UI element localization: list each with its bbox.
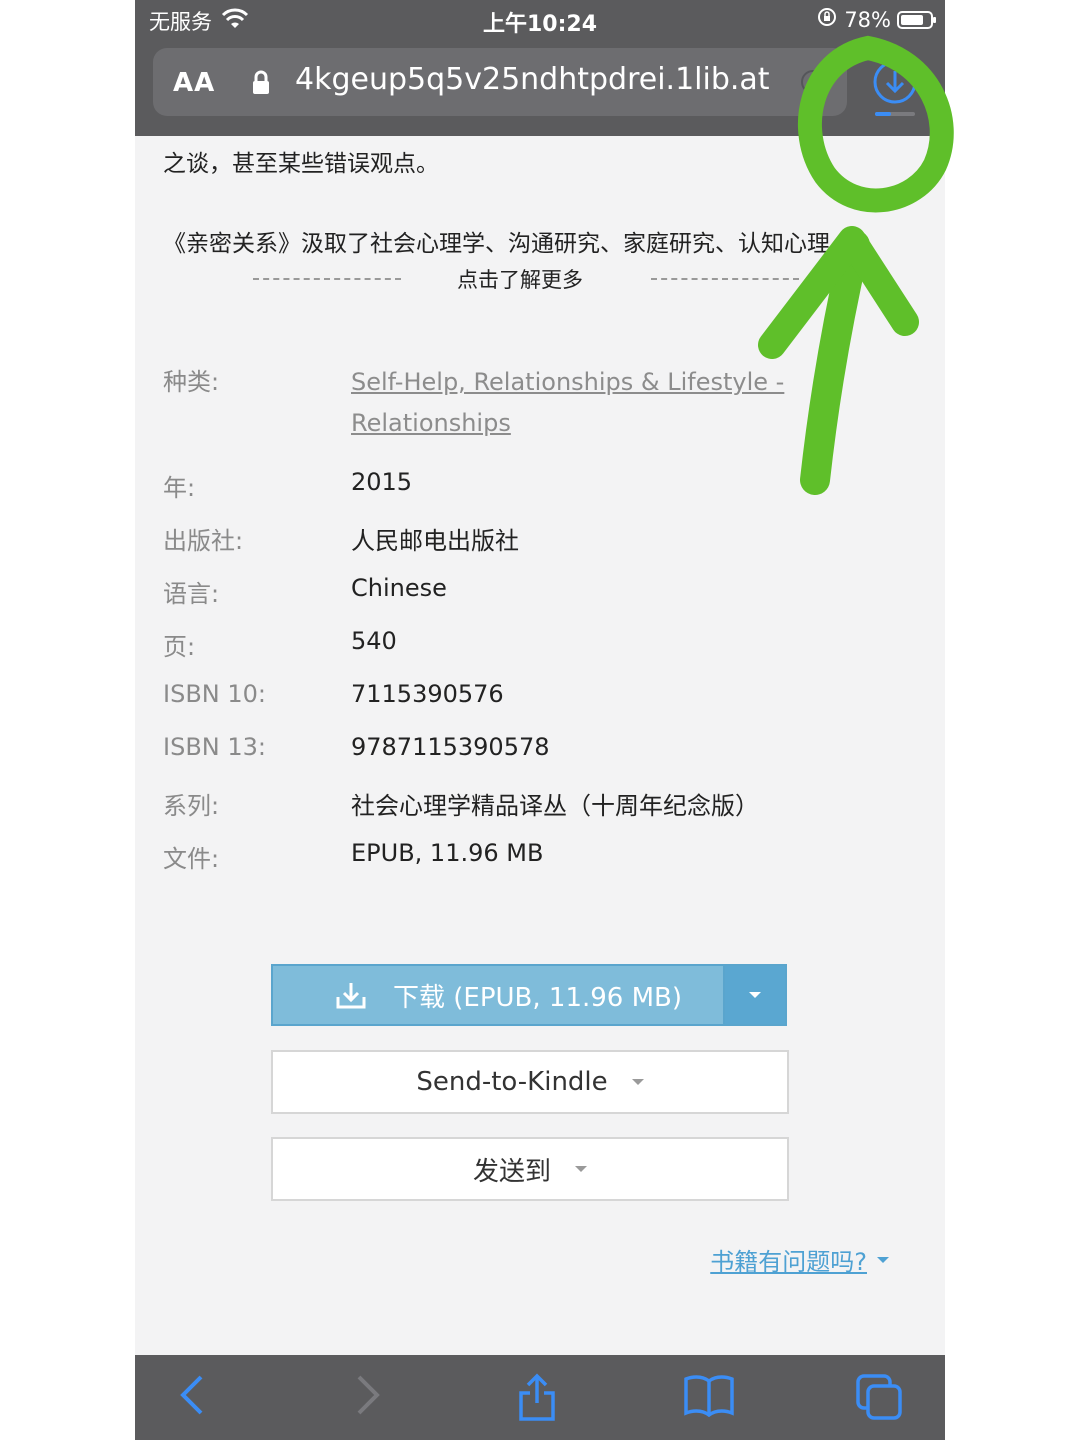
caret-down-icon: [877, 1256, 889, 1263]
download-options-toggle[interactable]: [723, 966, 785, 1024]
detail-row-isbn10: ISBN 10: 7115390576: [163, 680, 923, 733]
send-button-label: 发送到: [472, 1156, 551, 1187]
detail-row-category: 种类: Self-Help, Relationships & Lifestyle…: [163, 362, 923, 468]
detail-value: 社会心理学精品译丛（十周年纪念版）: [351, 792, 759, 820]
send-to-button[interactable]: 发送到: [271, 1137, 789, 1201]
category-link[interactable]: Self-Help, Relationships & Lifestyle - R…: [351, 362, 784, 468]
detail-key: 年:: [163, 474, 196, 502]
status-bar: 无服务 上午10:24 78%: [135, 0, 945, 40]
browser-toolbar: AA 4kgeup5q5v25ndhtpdrei.1lib.at: [135, 40, 945, 136]
tabs-icon[interactable]: [855, 1373, 903, 1425]
url-text[interactable]: 4kgeup5q5v25ndhtpdrei.1lib.at: [295, 62, 770, 97]
detail-key: 语言:: [163, 580, 220, 608]
reader-aa-button[interactable]: AA: [173, 68, 215, 98]
detail-key: 系列:: [163, 792, 220, 820]
detail-value: 9787115390578: [351, 733, 550, 761]
detail-key: 出版社:: [163, 527, 244, 555]
read-more-link[interactable]: 点击了解更多: [457, 264, 583, 294]
download-tray-icon: [335, 980, 367, 1010]
detail-row-year: 年: 2015: [163, 468, 923, 521]
detail-row-file: 文件: EPUB, 11.96 MB: [163, 839, 923, 892]
description-line-1: 之谈，甚至某些错误观点。: [163, 151, 439, 177]
rotation-lock-icon: [816, 6, 838, 33]
detail-row-publisher: 出版社: 人民邮电出版社: [163, 521, 923, 574]
description-line-2: 《亲密关系》汲取了社会心理学、沟通研究、家庭研究、认知心理: [163, 231, 830, 257]
detail-value: 人民邮电出版社: [351, 527, 519, 555]
detail-key: 种类:: [163, 368, 220, 396]
reload-icon[interactable]: [801, 70, 825, 94]
detail-value: EPUB, 11.96 MB: [351, 839, 544, 867]
detail-key: 页:: [163, 633, 196, 661]
address-bar[interactable]: AA 4kgeup5q5v25ndhtpdrei.1lib.at: [153, 48, 847, 116]
share-icon[interactable]: [515, 1373, 559, 1427]
caret-down-icon: [575, 1166, 587, 1172]
detail-row-language: 语言: Chinese: [163, 574, 923, 627]
forward-icon[interactable]: [353, 1373, 383, 1421]
download-progress: [875, 112, 915, 116]
detail-key: 文件:: [163, 845, 220, 873]
battery-percent: 78%: [844, 7, 891, 32]
bookmarks-icon[interactable]: [683, 1373, 735, 1421]
more-divider-left: [253, 278, 401, 280]
detail-row-pages: 页: 540: [163, 627, 923, 680]
battery-icon: [897, 10, 936, 29]
category-line-1: Self-Help, Relationships & Lifestyle -: [351, 368, 785, 396]
category-line-2: Relationships: [351, 409, 511, 437]
lock-icon: [251, 70, 271, 100]
back-icon[interactable]: [177, 1373, 207, 1421]
detail-value: 7115390576: [351, 680, 504, 708]
detail-value: Chinese: [351, 574, 447, 602]
page-content: 之谈，甚至某些错误观点。 《亲密关系》汲取了社会心理学、沟通研究、家庭研究、认知…: [135, 136, 945, 1355]
detail-key: ISBN 13:: [163, 733, 266, 761]
detail-value: 540: [351, 627, 397, 655]
status-right: 78%: [816, 6, 936, 33]
problem-link-label: 书籍有问题吗?: [710, 1248, 867, 1276]
report-problem-link[interactable]: 书籍有问题吗?: [710, 1242, 889, 1277]
book-details: 种类: Self-Help, Relationships & Lifestyle…: [163, 362, 923, 892]
download-epub-button[interactable]: 下载 (EPUB, 11.96 MB): [271, 964, 787, 1026]
phone-screen: 无服务 上午10:24 78% AA 4kgeup5q5v25ndhtpdrei…: [135, 0, 945, 1440]
send-to-kindle-button[interactable]: Send-to-Kindle: [271, 1050, 789, 1114]
caret-down-icon: [631, 1079, 644, 1085]
browser-bottom-bar: [135, 1355, 945, 1440]
download-icon[interactable]: [871, 58, 919, 106]
download-progress-fill: [875, 112, 891, 116]
detail-row-isbn13: ISBN 13: 9787115390578: [163, 733, 923, 786]
download-button-label: 下载 (EPUB, 11.96 MB): [393, 982, 683, 1013]
more-divider-right: [651, 278, 799, 280]
kindle-button-label: Send-to-Kindle: [416, 1067, 608, 1097]
detail-value: 2015: [351, 468, 413, 496]
caret-down-icon: [749, 992, 761, 998]
detail-key: ISBN 10:: [163, 680, 266, 708]
detail-row-series: 系列: 社会心理学精品译丛（十周年纪念版）: [163, 786, 923, 839]
